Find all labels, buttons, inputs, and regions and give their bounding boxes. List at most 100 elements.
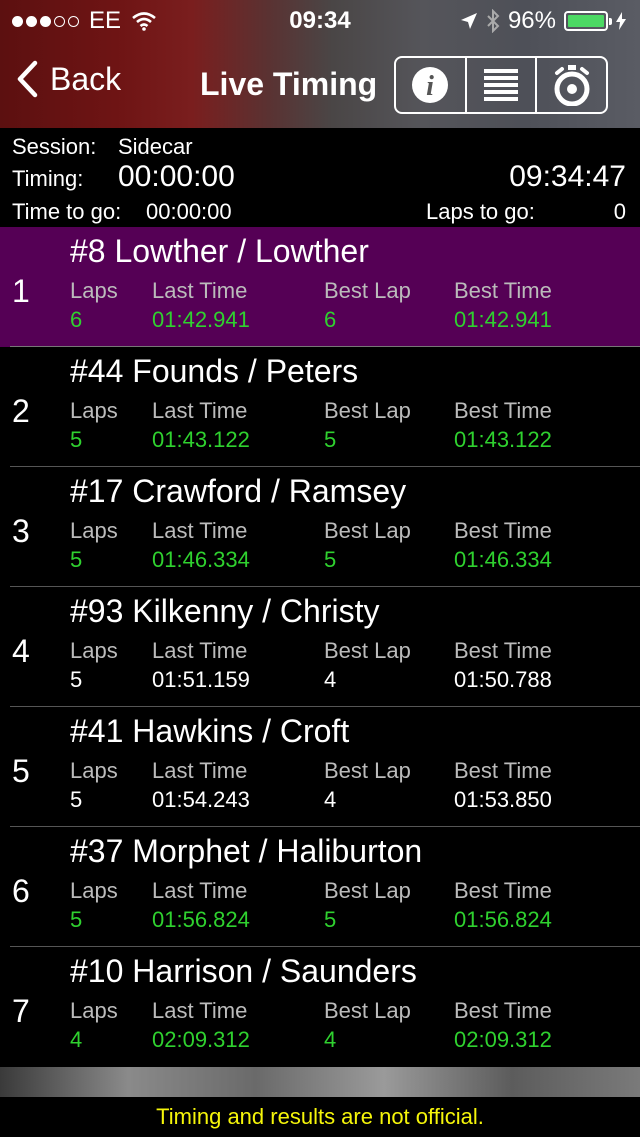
time-to-go-label: Time to go: (12, 199, 122, 224)
list-item[interactable]: 3 #17 Crawford / Ramsey Laps Last Time B… (0, 467, 640, 587)
best-time-header: Best Time (454, 878, 552, 903)
standings-list: 1 #8 Lowther / Lowther Laps Last Time Be… (0, 227, 640, 1067)
stopwatch-button[interactable] (537, 58, 606, 112)
back-button[interactable]: Back (16, 60, 121, 98)
best-time-value: 02:09.312 (454, 1027, 552, 1052)
last-time-header: Last Time (152, 398, 248, 423)
list-item[interactable]: 6 #37 Morphet / Haliburton Laps Last Tim… (0, 827, 640, 947)
list-icon (484, 69, 518, 101)
last-time-value: 01:43.122 (152, 427, 250, 452)
last-time-value: 01:56.824 (152, 907, 250, 932)
rider-name: #17 Crawford / Ramsey (70, 473, 407, 509)
best-lap-value: 4 (324, 787, 337, 812)
list-item[interactable]: 5 #41 Hawkins / Croft Laps Last Time Bes… (0, 707, 640, 827)
status-right-group: 96% (460, 7, 626, 35)
rider-name: #37 Morphet / Haliburton (70, 833, 423, 869)
timing-value: 00:00:00 (118, 160, 235, 193)
charging-bolt-icon (616, 12, 626, 30)
rider-name: #93 Kilkenny / Christy (70, 593, 380, 629)
laps-value: 5 (70, 787, 83, 812)
last-time-header: Last Time (152, 758, 248, 783)
best-lap-header: Best Lap (324, 398, 411, 423)
best-time-value: 01:53.850 (454, 787, 552, 812)
time-to-go-value: 00:00:00 (146, 199, 232, 224)
session-value: Sidecar (118, 134, 193, 159)
position-number: 4 (12, 633, 30, 669)
stopwatch-icon (554, 65, 590, 106)
best-lap-value: 4 (324, 1027, 337, 1052)
info-icon: i (412, 67, 449, 103)
laps-to-go-value: 0 (613, 199, 626, 224)
best-time-value: 01:56.824 (454, 907, 552, 932)
session-info-panel: Session: Sidecar Timing: 00:00:00 09:34:… (0, 128, 640, 226)
best-time-value: 01:42.941 (454, 307, 552, 332)
position-number: 2 (12, 393, 30, 429)
best-lap-header: Best Lap (324, 878, 411, 903)
position-number: 5 (12, 753, 30, 789)
laps-value: 5 (70, 547, 83, 572)
list-item[interactable]: 7 #10 Harrison / Saunders Laps Last Time… (0, 947, 640, 1067)
laps-header: Laps (70, 638, 118, 663)
best-time-header: Best Time (454, 518, 552, 543)
back-label: Back (50, 60, 122, 97)
best-time-value: 01:50.788 (454, 667, 552, 692)
location-arrow-icon (460, 13, 477, 29)
toolbar-segmented-control: i (394, 56, 608, 114)
last-time-header: Last Time (152, 638, 248, 663)
navigation-bar: Back Live Timing i (0, 40, 640, 128)
position-number: 3 (12, 513, 30, 549)
last-time-value: 01:46.334 (152, 547, 250, 572)
best-time-value: 01:46.334 (454, 547, 552, 572)
rider-name: #44 Founds / Peters (70, 353, 359, 389)
laps-header: Laps (70, 878, 118, 903)
page-title: Live Timing (200, 66, 378, 102)
last-time-value: 02:09.312 (152, 1027, 250, 1052)
laps-header: Laps (70, 398, 118, 423)
info-button[interactable]: i (396, 58, 467, 112)
rider-name: #10 Harrison / Saunders (70, 953, 417, 989)
unofficial-notice: Timing and results are not official. (0, 1097, 640, 1136)
bluetooth-icon (487, 9, 500, 33)
battery-percent: 96% (507, 7, 556, 34)
best-time-value: 01:43.122 (454, 427, 552, 452)
background-texture (0, 1067, 640, 1097)
clock-value: 09:34:47 (509, 160, 626, 193)
laps-value: 4 (70, 1027, 83, 1052)
best-lap-value: 5 (324, 907, 337, 932)
list-item[interactable]: 2 #44 Founds / Peters Laps Last Time Bes… (0, 347, 640, 467)
best-lap-header: Best Lap (324, 518, 411, 543)
best-lap-value: 4 (324, 667, 337, 692)
last-time-header: Last Time (152, 878, 248, 903)
position-number: 1 (12, 273, 30, 309)
list-button[interactable] (467, 58, 538, 112)
header-background: EE 09:34 96% Back Live Timing i (0, 0, 640, 128)
laps-value: 5 (70, 907, 83, 932)
best-lap-header: Best Lap (324, 998, 411, 1023)
laps-value: 5 (70, 427, 83, 452)
position-number: 6 (12, 873, 30, 909)
svg-text:i: i (426, 71, 434, 102)
laps-value: 6 (70, 307, 83, 332)
best-lap-value: 5 (324, 427, 337, 452)
rider-name: #41 Hawkins / Croft (70, 713, 350, 749)
laps-header: Laps (70, 278, 118, 303)
best-lap-header: Best Lap (324, 638, 411, 663)
best-lap-value: 6 (324, 307, 337, 332)
last-time-value: 01:51.159 (152, 667, 250, 692)
session-label: Session: (12, 134, 97, 159)
rider-name: #8 Lowther / Lowther (70, 233, 369, 269)
last-time-value: 01:54.243 (152, 787, 250, 812)
last-time-value: 01:42.941 (152, 307, 250, 332)
list-item[interactable]: 4 #93 Kilkenny / Christy Laps Last Time … (0, 587, 640, 707)
last-time-header: Last Time (152, 278, 248, 303)
battery-icon (564, 11, 612, 31)
list-item[interactable]: 1 #8 Lowther / Lowther Laps Last Time Be… (0, 227, 640, 347)
best-time-header: Best Time (454, 638, 552, 663)
best-time-header: Best Time (454, 278, 552, 303)
best-time-header: Best Time (454, 998, 552, 1023)
position-number: 7 (12, 993, 30, 1029)
best-lap-header: Best Lap (324, 758, 411, 783)
chevron-left-icon (17, 60, 38, 98)
timing-label: Timing: (12, 166, 84, 191)
best-lap-value: 5 (324, 547, 337, 572)
